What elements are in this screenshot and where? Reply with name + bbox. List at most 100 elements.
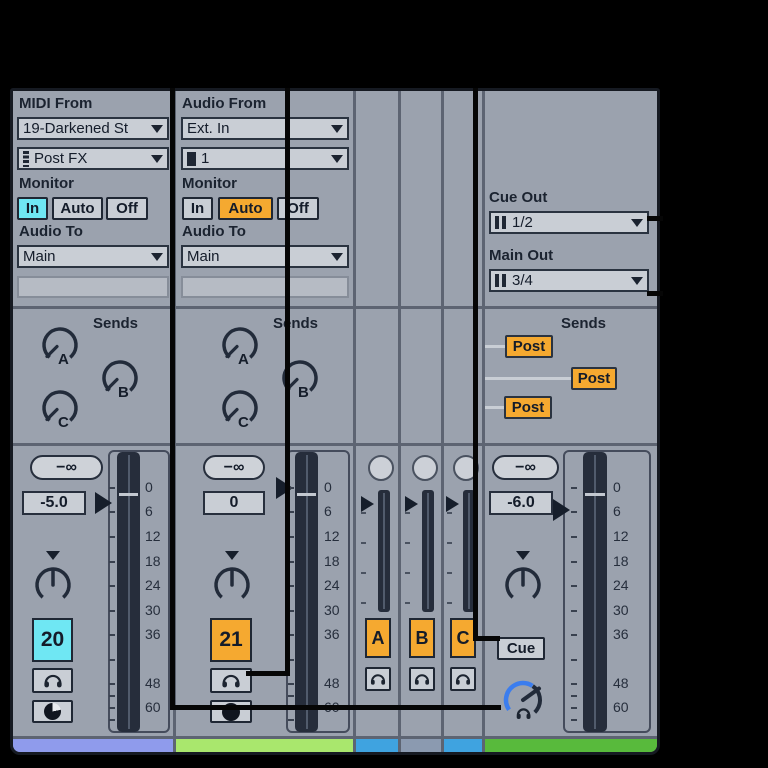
db-tick [288, 719, 294, 721]
db-scale-label: 36 [145, 626, 161, 642]
solo-cue-button[interactable] [32, 668, 73, 693]
monitor-off-button[interactable]: Off [106, 197, 148, 220]
level-meter[interactable] [378, 490, 390, 612]
audio-from-value: Ext. In [187, 120, 230, 137]
sends-label: Sends [561, 315, 607, 332]
solo-cue-button[interactable] [450, 667, 476, 691]
send-connector-line [485, 406, 505, 409]
audio-from-label: Audio From [182, 95, 267, 112]
db-scale-label: 0 [145, 479, 153, 495]
output-channel-box [17, 276, 169, 298]
stereo-pair-icon [495, 216, 506, 229]
send-b-label: B [298, 384, 309, 401]
cue-volume-knob[interactable] [499, 676, 547, 724]
track-activator[interactable]: 20 [32, 618, 73, 662]
volume-value[interactable]: -5.0 [22, 491, 86, 515]
db-scale-label: 30 [613, 602, 629, 618]
db-scale-label: 6 [613, 503, 621, 519]
pan-knob[interactable] [31, 563, 75, 607]
arm-button[interactable] [32, 700, 73, 723]
send-b-post-toggle[interactable]: Post [571, 367, 617, 390]
db-tick [109, 561, 115, 563]
db-scale-label: 30 [324, 602, 340, 618]
main-out-label: Main Out [489, 247, 554, 264]
db-tick [109, 719, 115, 721]
arm-button[interactable] [210, 700, 252, 723]
section-divider [13, 306, 657, 309]
send-b-label: B [118, 384, 129, 401]
track-activator[interactable]: A [365, 618, 391, 658]
audio-to-label: Audio To [19, 223, 83, 240]
monitor-off-button[interactable]: Off [277, 197, 319, 220]
main-mixer: −∞ -6.0 0 6 12 18 24 30 36 48 60 Cue [485, 446, 657, 736]
cue-button[interactable]: Cue [497, 637, 545, 660]
mini-scale [403, 446, 411, 736]
monitor-label: Monitor [182, 175, 237, 192]
pan-knob[interactable] [412, 455, 438, 481]
midi-ports-icon [23, 150, 29, 167]
mini-db-tick [447, 512, 452, 514]
monitor-auto-button[interactable]: Auto [218, 197, 273, 220]
annotation-line-to-cue-knob [170, 705, 501, 710]
solo-cue-button[interactable] [409, 667, 435, 691]
dropdown-arrow-icon [331, 155, 343, 163]
headphones-icon [455, 674, 471, 685]
peak-level-display[interactable]: −∞ [492, 455, 559, 480]
annotation-line-to-cue-button [473, 636, 500, 641]
track-21-color-strip [176, 739, 353, 752]
audio-from-dropdown[interactable]: Ext. In [181, 117, 349, 140]
send-a-label: A [58, 351, 69, 368]
track-activator[interactable]: 21 [210, 618, 252, 662]
db-scale-label: 6 [324, 503, 332, 519]
send-connector-line [485, 345, 506, 348]
headphones-icon [370, 674, 386, 685]
db-tick [109, 585, 115, 587]
cue-out-dropdown[interactable]: 1/2 [489, 211, 649, 234]
peak-level-display[interactable]: −∞ [203, 455, 265, 480]
pan-knob[interactable] [368, 455, 394, 481]
monitor-label: Monitor [19, 175, 74, 192]
midi-from-dropdown[interactable]: 19-Darkened St [17, 117, 169, 140]
track-21-sends: Sends A B C [176, 309, 353, 443]
db-scale-label: 36 [324, 626, 340, 642]
db-scale-label: 30 [145, 602, 161, 618]
ableton-mixer-screenshot: MIDI From 19-Darkened St Post FX Monitor… [0, 0, 768, 768]
send-c-post-toggle[interactable]: Post [504, 396, 552, 419]
track-activator[interactable]: B [409, 618, 435, 658]
midi-channel-dropdown[interactable]: Post FX [17, 147, 169, 170]
headphones-icon [43, 674, 62, 688]
mini-db-tick [361, 602, 366, 604]
solo-cue-button[interactable] [365, 667, 391, 691]
db-scale-label: 12 [145, 528, 161, 544]
db-tick [571, 683, 577, 685]
main-out-value: 3/4 [512, 272, 533, 289]
send-a-post-toggle[interactable]: Post [505, 335, 553, 358]
volume-value[interactable]: -6.0 [489, 491, 553, 515]
pan-knob[interactable] [501, 563, 545, 607]
monitor-auto-button[interactable]: Auto [52, 197, 103, 220]
audio-to-dropdown[interactable]: Main [181, 245, 349, 268]
volume-slider-handle[interactable] [553, 499, 570, 521]
return-b-column: B [401, 91, 441, 736]
db-tick [571, 719, 577, 721]
sends-label: Sends [93, 315, 139, 332]
input-channel-dropdown[interactable]: 1 [181, 147, 349, 170]
send-connector-line [485, 377, 572, 380]
main-out-dropdown[interactable]: 3/4 [489, 269, 649, 292]
peak-level-display[interactable]: −∞ [30, 455, 103, 480]
level-meter[interactable] [422, 490, 434, 612]
db-scale-label: 24 [145, 577, 161, 593]
pan-knob[interactable] [210, 563, 254, 607]
audio-to-dropdown[interactable]: Main [17, 245, 169, 268]
audio-to-value: Main [23, 248, 56, 265]
db-scale-label: 12 [613, 528, 629, 544]
mini-scale [445, 446, 453, 736]
volume-value[interactable]: 0 [203, 491, 265, 515]
monitor-in-button[interactable]: In [17, 197, 48, 220]
db-scale-label: 60 [613, 699, 629, 715]
db-tick [109, 634, 115, 636]
db-tick [109, 683, 115, 685]
db-tick [109, 511, 115, 513]
monitor-in-button[interactable]: In [182, 197, 213, 220]
track-20-routing: MIDI From 19-Darkened St Post FX Monitor… [13, 91, 173, 306]
